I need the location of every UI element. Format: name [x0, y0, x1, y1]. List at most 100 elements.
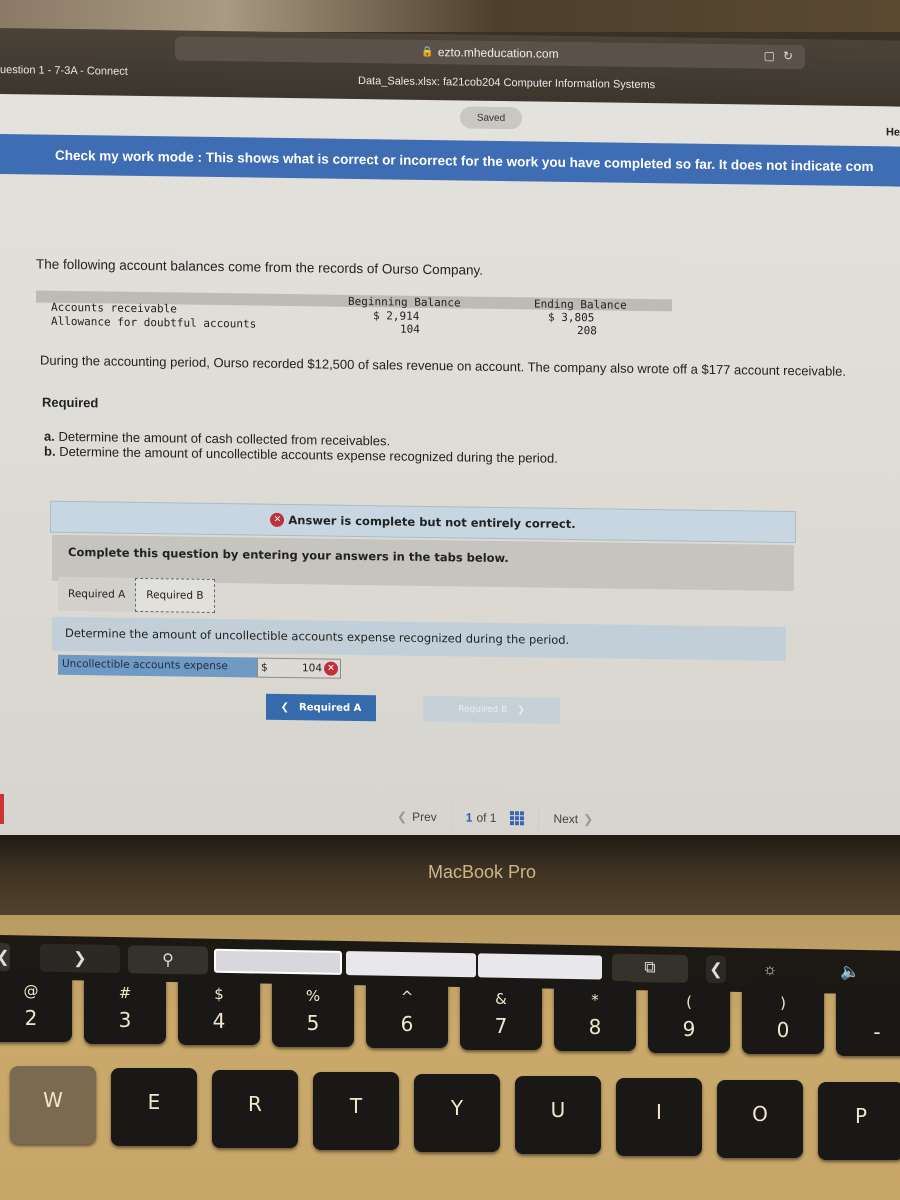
tab-prompt-box: Determine the amount of uncollectible ac…: [52, 616, 786, 661]
key-o[interactable]: O: [717, 1080, 803, 1158]
key-minus[interactable]: -: [836, 985, 900, 1056]
cell-beginning: 104: [400, 322, 420, 336]
incorrect-icon: ✕: [324, 661, 338, 676]
question-pager: ❮ Prev 1 of 1 Next ❯: [378, 801, 613, 835]
key-label: R: [248, 1092, 262, 1116]
key-9[interactable]: (9: [648, 982, 730, 1053]
key-symbol: %: [305, 986, 321, 1005]
key-label: T: [349, 1094, 363, 1118]
input-value[interactable]: 104: [302, 662, 322, 674]
chevron-right-icon: ❯: [517, 705, 525, 716]
key-r[interactable]: R: [212, 1070, 298, 1148]
current-page: 1: [465, 810, 473, 825]
key-label: -: [873, 1019, 881, 1044]
next-required-label: Required B: [458, 704, 508, 716]
reload-icon[interactable]: ↻: [783, 49, 793, 63]
key-label: U: [550, 1098, 566, 1122]
key-u[interactable]: U: [515, 1076, 601, 1154]
key-label: I: [656, 1100, 662, 1124]
key-e[interactable]: E: [111, 1068, 197, 1146]
touchbar-search-icon[interactable]: ⚲: [128, 945, 208, 975]
page-total: of 1: [476, 810, 497, 825]
touchbar-tab-thumbnail[interactable]: [346, 951, 476, 978]
prev-required-button[interactable]: ❮ Required A: [266, 693, 376, 722]
key-label: 8: [588, 1015, 602, 1039]
next-question-button[interactable]: Next ❯: [538, 803, 613, 835]
volume-icon[interactable]: 🔈: [820, 957, 880, 986]
key-symbol: ): [780, 994, 786, 1012]
requirement-b: b. Determine the amount of uncollectible…: [44, 444, 558, 466]
header-ending-balance: Ending Balance: [534, 297, 627, 312]
key-w[interactable]: W: [10, 1066, 96, 1144]
tab-required-b[interactable]: Required B: [135, 577, 215, 613]
touchbar-expand-icon[interactable]: ❮: [706, 955, 726, 984]
row-label: Accounts receivable: [51, 300, 177, 316]
next-required-button[interactable]: Required B ❯: [423, 695, 560, 724]
key-label: E: [147, 1090, 161, 1114]
page-content: Saved He Check my work mode : This shows…: [0, 94, 900, 862]
tab-overview-icon[interactable]: ▢: [764, 49, 775, 63]
key-symbol: @: [23, 982, 39, 1000]
prev-label: Prev: [412, 809, 437, 825]
key-0[interactable]: ) 0: [742, 984, 824, 1054]
tab-required-a[interactable]: Required A: [58, 576, 136, 612]
key-6[interactable]: ^ 6: [366, 978, 448, 1048]
key-t[interactable]: T: [313, 1072, 399, 1150]
screen-bezel-top: [0, 0, 900, 32]
key-p[interactable]: P: [818, 1082, 900, 1160]
uncollectible-expense-input[interactable]: $ 104 ✕: [257, 657, 341, 679]
key-y[interactable]: Y: [414, 1074, 500, 1152]
requirement-text: Determine the amount of uncollectible ac…: [59, 443, 558, 466]
key-3[interactable]: #3: [84, 973, 166, 1044]
address-bar[interactable]: 🔒 ezto.mheducation.com ▢ ↻: [175, 36, 805, 70]
chevron-left-icon: ❮: [397, 809, 408, 824]
new-tab-icon[interactable]: ⧉: [612, 953, 688, 984]
side-indicator: [0, 794, 4, 825]
key-8[interactable]: * 8: [554, 981, 636, 1051]
instructions-text: Complete this question by entering your …: [68, 544, 509, 566]
key-label: 0: [776, 1018, 790, 1042]
answer-status-text: Answer is complete but not entirely corr…: [288, 513, 576, 532]
touchbar-forward-icon[interactable]: ❯: [40, 943, 120, 974]
key-symbol: #: [118, 983, 132, 1002]
touchbar-tab-thumbnail[interactable]: [478, 953, 602, 980]
key-symbol: ^: [400, 988, 414, 1006]
requirement-letter: b.: [44, 443, 56, 459]
requirement-tabs: Required A Required B: [58, 576, 215, 613]
key-label: W: [43, 1088, 63, 1112]
key-symbol: $: [214, 985, 224, 1003]
requirement-letter: a.: [44, 428, 55, 444]
prev-question-button[interactable]: ❮ Prev: [378, 801, 451, 832]
answer-row: Uncollectible accounts expense $ 104 ✕: [58, 654, 341, 679]
currency-symbol: $: [261, 661, 268, 674]
browser-tab-connect[interactable]: uestion 1 - 7-3A - Connect: [0, 64, 128, 78]
key-4[interactable]: $4: [178, 975, 260, 1045]
touchbar-tab-thumbnail[interactable]: [214, 948, 342, 975]
key-label: 5: [306, 1010, 320, 1035]
device-label: MacBook Pro: [428, 862, 537, 882]
row-label: Allowance for doubtful accounts: [51, 314, 257, 331]
key-i[interactable]: I: [616, 1078, 702, 1156]
key-symbol: *: [591, 991, 599, 1009]
cell-beginning: $ 2,914: [373, 309, 420, 323]
key-label: 2: [24, 1006, 38, 1030]
next-label: Next: [553, 811, 579, 827]
grid-icon[interactable]: [510, 811, 525, 826]
check-my-work-banner: Check my work mode : This shows what is …: [0, 134, 900, 187]
key-7[interactable]: & 7: [460, 979, 542, 1050]
page-indicator: 1 of 1: [450, 802, 539, 834]
key-label: P: [854, 1104, 868, 1128]
key-label: 6: [400, 1012, 414, 1036]
question-intro: The following account balances come from…: [36, 256, 483, 278]
brightness-icon[interactable]: ☼: [740, 956, 800, 985]
key-2[interactable]: @2: [0, 972, 72, 1042]
key-5[interactable]: % 5: [272, 976, 354, 1047]
help-link[interactable]: He: [886, 126, 900, 138]
key-label: 7: [494, 1013, 508, 1038]
url-text: ezto.mheducation.com: [437, 45, 559, 61]
touchbar-back-icon[interactable]: ❮: [0, 942, 10, 972]
chevron-right-icon: ❯: [583, 812, 594, 827]
browser-tab-data-sales[interactable]: Data_Sales.xlsx: fa21cob204 Computer Inf…: [358, 75, 655, 91]
key-label: O: [752, 1102, 768, 1126]
answer-label: Uncollectible accounts expense: [58, 654, 257, 678]
